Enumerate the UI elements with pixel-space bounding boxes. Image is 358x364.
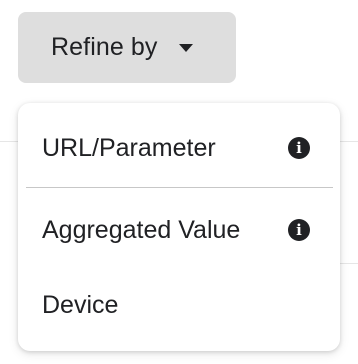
menu-item-url-parameter[interactable]: URL/Parameter i [18,118,340,178]
menu-item-label: Aggregated Value [42,215,241,244]
refine-by-button[interactable]: Refine by [18,12,236,83]
menu-divider [26,187,333,188]
background-divider [0,141,18,142]
menu-item-device[interactable]: Device [18,275,340,335]
caret-down-icon [178,43,193,52]
menu-item-label: Device [42,290,119,319]
refine-by-label: Refine by [51,33,158,61]
menu-item-label: URL/Parameter [42,133,216,162]
info-icon[interactable]: i [288,219,310,241]
refine-menu: URL/Parameter i Aggregated Value i Devic… [18,103,340,351]
background-divider [340,263,358,264]
info-icon[interactable]: i [288,137,310,159]
menu-item-aggregated-value[interactable]: Aggregated Value i [18,200,340,260]
background-divider [340,141,358,142]
